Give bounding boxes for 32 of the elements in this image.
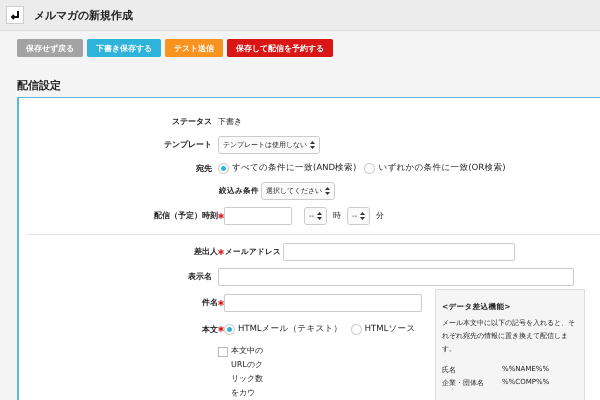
text-input[interactable] — [218, 268, 574, 286]
unit-label: 分 — [376, 210, 384, 221]
checkbox[interactable] — [218, 347, 228, 357]
radio-label: HTMLメール（テキスト） — [238, 323, 343, 335]
radio-label: すべての条件に一致(AND検索) — [232, 162, 356, 174]
radio-button[interactable] — [364, 162, 376, 174]
radio-label: いずれかの条件に一致(OR検索) — [378, 162, 506, 174]
field-label: 件名 — [200, 297, 218, 308]
field-label: 本文 — [201, 324, 218, 334]
radio-label: HTMLソース — [364, 323, 416, 335]
action-button[interactable]: 保存して配信を予約する — [227, 39, 333, 57]
section-title: 配信設定 — [17, 78, 62, 93]
status-value: 下書き — [218, 116, 242, 126]
caret-icon — [360, 212, 366, 220]
caret-icon — [317, 212, 322, 220]
checkbox-label: 本文中のURLのクリック数をカウ — [231, 345, 264, 399]
radio-button[interactable] — [350, 324, 362, 334]
unit-label: 時 — [333, 210, 342, 221]
field-label: ステータス — [171, 116, 213, 126]
radio-button[interactable] — [218, 162, 229, 174]
field-label: 配信（予定）時刻 — [153, 210, 218, 221]
text-input[interactable] — [224, 294, 422, 312]
field-label: 差出人 — [193, 246, 218, 257]
field-label: 表示名 — [187, 271, 213, 282]
field-label: テンプレート — [163, 139, 213, 150]
caret-icon — [325, 187, 330, 195]
page-title: メルマガの新規作成 — [34, 8, 133, 22]
text-input[interactable] — [283, 242, 515, 260]
radio-button[interactable] — [224, 324, 235, 334]
caret-icon — [310, 140, 315, 148]
date-input[interactable] — [224, 206, 292, 224]
field-label: 宛先 — [195, 162, 213, 174]
